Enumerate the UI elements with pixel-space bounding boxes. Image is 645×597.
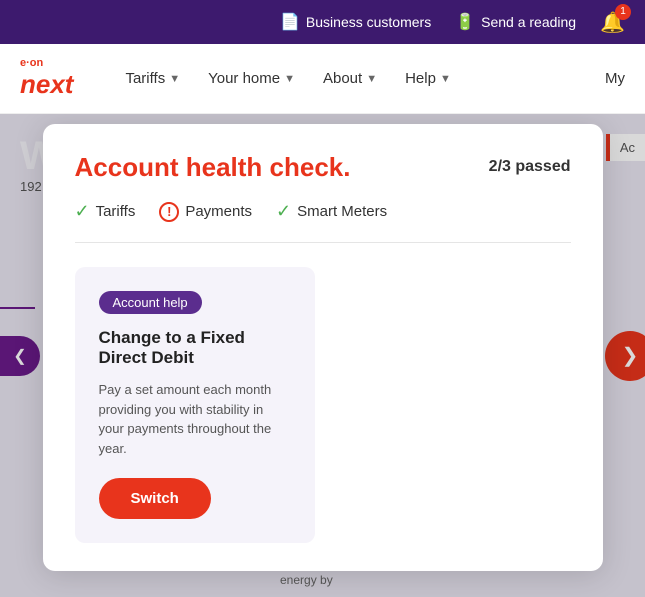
switch-button[interactable]: Switch bbox=[99, 478, 211, 519]
nav-items: Tariffs ▼ Your home ▼ About ▼ Help ▼ bbox=[113, 62, 462, 95]
nav-bar: e·on next Tariffs ▼ Your home ▼ About ▼ … bbox=[0, 44, 645, 114]
help-chevron-icon: ▼ bbox=[440, 73, 451, 85]
check-smart-meters: ✓ Smart Meters bbox=[276, 201, 387, 222]
help-label: Help bbox=[405, 70, 436, 87]
send-reading-label: Send a reading bbox=[481, 14, 576, 30]
nav-item-about[interactable]: About ▼ bbox=[311, 62, 389, 95]
check-smart-meters-icon: ✓ bbox=[276, 201, 291, 222]
card-title: Change to a Fixed Direct Debit bbox=[99, 328, 291, 368]
health-card: Account help Change to a Fixed Direct De… bbox=[75, 267, 315, 543]
card-description: Pay a set amount each month providing yo… bbox=[99, 380, 291, 458]
modal-overlay: Account health check. 2/3 passed ✓ Tarif… bbox=[0, 114, 645, 597]
check-payments-label: Payments bbox=[185, 203, 252, 220]
send-reading-link[interactable]: 🔋 Send a reading bbox=[455, 12, 576, 32]
tariffs-chevron-icon: ▼ bbox=[169, 73, 180, 85]
nav-item-tariffs[interactable]: Tariffs ▼ bbox=[113, 62, 192, 95]
modal-checks: ✓ Tariffs ! Payments ✓ Smart Meters bbox=[75, 201, 571, 243]
briefcase-icon: 📄 bbox=[280, 12, 300, 32]
modal-title: Account health check. bbox=[75, 152, 351, 183]
page-background: Wo 192 G Ac ❮ t paym payme ment is s aft… bbox=[0, 114, 645, 597]
nav-item-your-home[interactable]: Your home ▼ bbox=[196, 62, 307, 95]
your-home-chevron-icon: ▼ bbox=[284, 73, 295, 85]
modal-passed: 2/3 passed bbox=[489, 158, 571, 176]
meter-icon: 🔋 bbox=[455, 12, 475, 32]
top-bar: 📄 Business customers 🔋 Send a reading 🔔 … bbox=[0, 0, 645, 44]
about-chevron-icon: ▼ bbox=[366, 73, 377, 85]
notification-badge: 1 bbox=[615, 4, 631, 20]
business-customers-label: Business customers bbox=[306, 14, 431, 30]
about-label: About bbox=[323, 70, 362, 87]
tariffs-label: Tariffs bbox=[125, 70, 165, 87]
logo-eon-text: e·on bbox=[20, 57, 73, 69]
your-home-label: Your home bbox=[208, 70, 280, 87]
check-smart-meters-label: Smart Meters bbox=[297, 203, 387, 220]
nav-my-account[interactable]: My bbox=[605, 70, 625, 87]
check-tariffs-label: Tariffs bbox=[96, 203, 136, 220]
notification-bell[interactable]: 🔔 1 bbox=[600, 10, 625, 35]
business-customers-link[interactable]: 📄 Business customers bbox=[280, 12, 431, 32]
modal-header: Account health check. 2/3 passed bbox=[75, 152, 571, 183]
nav-item-help[interactable]: Help ▼ bbox=[393, 62, 463, 95]
check-payments: ! Payments bbox=[159, 201, 252, 222]
check-tariffs: ✓ Tariffs bbox=[75, 201, 136, 222]
check-payments-icon: ! bbox=[159, 202, 179, 222]
logo[interactable]: e·on next bbox=[20, 57, 73, 100]
health-check-modal: Account health check. 2/3 passed ✓ Tarif… bbox=[43, 124, 603, 571]
check-tariffs-icon: ✓ bbox=[75, 201, 90, 222]
logo-next-text: next bbox=[20, 69, 73, 100]
account-help-badge: Account help bbox=[99, 291, 202, 314]
